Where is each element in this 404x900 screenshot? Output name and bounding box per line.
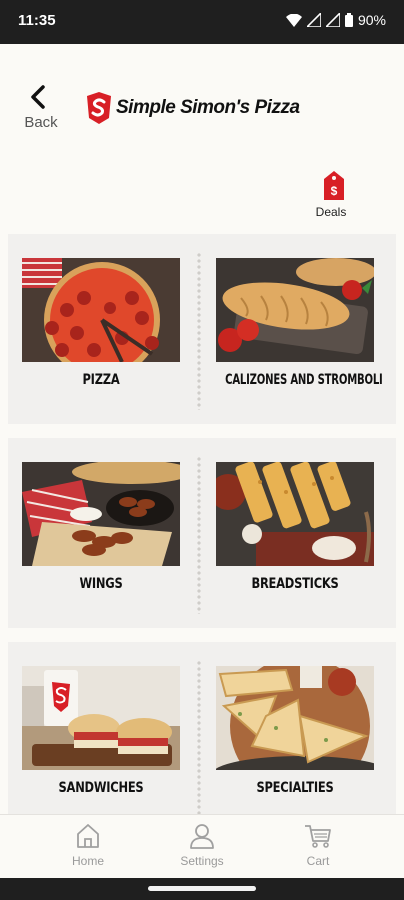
pizza-image [22,258,180,362]
logo-mark-icon [87,92,111,124]
menu-item-label: BREADSTICKS [251,576,339,592]
brand-logo: Simple Simon's Pizza [86,88,300,128]
menu-item-label: SANDWICHES [58,780,144,796]
nav-cart-label: Cart [306,854,330,868]
battery-icon [344,13,353,27]
nav-home[interactable]: Home [48,823,128,868]
breadsticks-image [216,462,374,566]
menu-item-wings[interactable]: WINGS [22,462,180,592]
menu-item-calizones-and-stromboli[interactable]: CALIZONES AND STROMBOLI [216,258,383,388]
wings-image [22,462,180,566]
back-label: Back [24,114,58,131]
specialties-image [216,666,374,770]
sandwiches-image [22,666,180,770]
status-bar: 11:35 90% [0,0,404,44]
menu-item-label: SPECIALTIES [256,780,334,796]
menu-row: WINGS BREADSTICKS [8,438,396,628]
nav-home-label: Home [71,854,104,868]
battery-percent: 90% [357,12,386,28]
back-button[interactable]: Back [18,84,64,140]
signal-icon-2 [325,13,340,27]
menu-divider [196,660,202,818]
menu-item-sandwiches[interactable]: SANDWICHES [22,666,180,796]
user-icon [190,824,214,849]
chevron-left-icon [31,85,45,109]
signal-icon [306,13,321,27]
nav-settings-label: Settings [180,854,224,868]
menu-row: PIZZA CALIZONES AND STROMBOLI [8,234,396,424]
wifi-icon [285,13,302,27]
menu-divider [196,252,202,410]
home-icon [77,824,99,848]
gesture-handle[interactable] [148,886,256,891]
menu-item-breadsticks[interactable]: BREADSTICKS [216,462,374,592]
calzone-image [216,258,374,362]
svg-text:$: $ [331,184,338,198]
menu-item-label: CALIZONES AND STROMBOLI [225,372,383,388]
deals-button[interactable]: $ Deals [316,170,350,230]
nav-cart[interactable]: Cart [278,823,358,868]
menu-item-label: WINGS [79,576,123,592]
menu-item-pizza[interactable]: PIZZA [22,258,180,388]
system-gesture-area [0,878,404,900]
status-icons: 90% [285,12,386,28]
logo-text: Simple Simon's Pizza [116,97,300,118]
bottom-nav: Home Settings Cart [0,814,404,878]
menu-divider [196,456,202,614]
menu-item-specialties[interactable]: SPECIALTIES [216,666,374,796]
price-tag-icon: $ [324,171,344,200]
app-header: Back Simple Simon's Pizza [0,44,404,174]
menu-row: SANDWICHES SPECIALTIES [8,642,396,832]
shopping-cart-icon [305,825,331,848]
menu-grid: PIZZA CALIZONES AND STROMBOLI WINGS BREA… [8,234,396,834]
status-time: 11:35 [18,12,56,29]
menu-item-label: PIZZA [82,372,120,388]
deals-label: Deals [315,205,347,219]
nav-settings[interactable]: Settings [162,823,242,868]
